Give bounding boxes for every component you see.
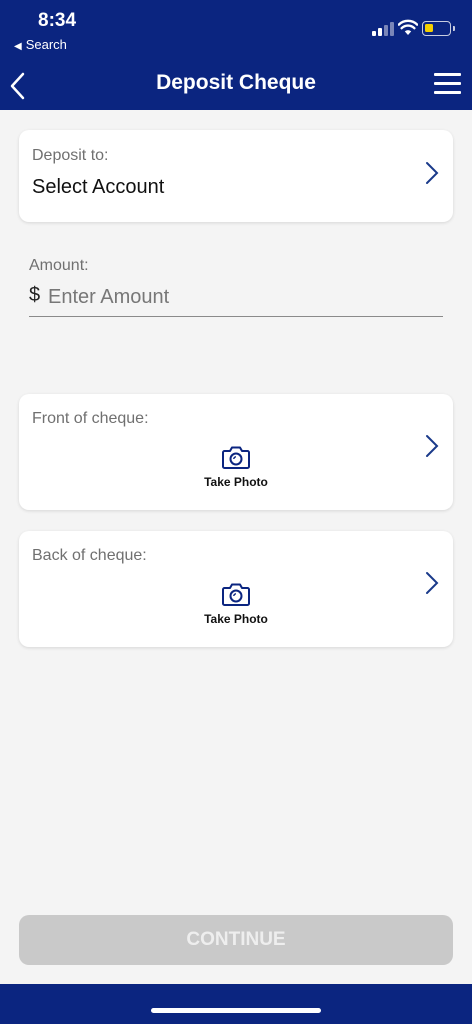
back-take-photo-button[interactable]: Take Photo: [186, 581, 286, 633]
amount-input[interactable]: [48, 283, 428, 311]
amount-label: Amount:: [29, 257, 89, 274]
back-of-cheque-card[interactable]: Back of cheque: Take Photo: [19, 531, 453, 647]
currency-symbol: $: [29, 284, 41, 306]
take-photo-label: Take Photo: [204, 612, 268, 626]
nav-bar: Deposit Cheque: [0, 60, 472, 110]
front-of-cheque-card[interactable]: Front of cheque: Take Photo: [19, 394, 453, 510]
deposit-to-card[interactable]: Deposit to: Select Account: [19, 130, 453, 222]
back-of-cheque-label: Back of cheque:: [32, 547, 147, 564]
back-triangle-icon: ◀: [14, 41, 22, 52]
chevron-right-icon: [426, 162, 439, 184]
chevron-right-icon: [426, 435, 439, 457]
status-time: 8:34: [38, 10, 77, 31]
back-to-app-link[interactable]: ◀ Search: [14, 37, 67, 52]
signal-icon: [372, 22, 394, 36]
deposit-to-label: Deposit to:: [32, 147, 109, 164]
selected-account-value: Select Account: [32, 176, 165, 198]
amount-field[interactable]: $: [29, 283, 443, 317]
battery-icon: [422, 21, 455, 36]
camera-icon: [222, 446, 250, 469]
hamburger-menu-icon[interactable]: [434, 73, 461, 95]
take-photo-label: Take Photo: [204, 475, 268, 489]
continue-button[interactable]: CONTINUE: [19, 915, 453, 965]
back-app-label: Search: [25, 37, 67, 52]
front-take-photo-button[interactable]: Take Photo: [186, 444, 286, 496]
bottom-bar: [0, 984, 472, 1024]
wifi-icon: [398, 19, 418, 35]
chevron-right-icon: [426, 572, 439, 594]
camera-icon: [222, 583, 250, 606]
home-indicator[interactable]: [151, 1008, 321, 1013]
front-of-cheque-label: Front of cheque:: [32, 410, 149, 427]
page-title: Deposit Cheque: [156, 71, 316, 94]
status-bar: 8:34 ◀ Search: [0, 0, 472, 60]
